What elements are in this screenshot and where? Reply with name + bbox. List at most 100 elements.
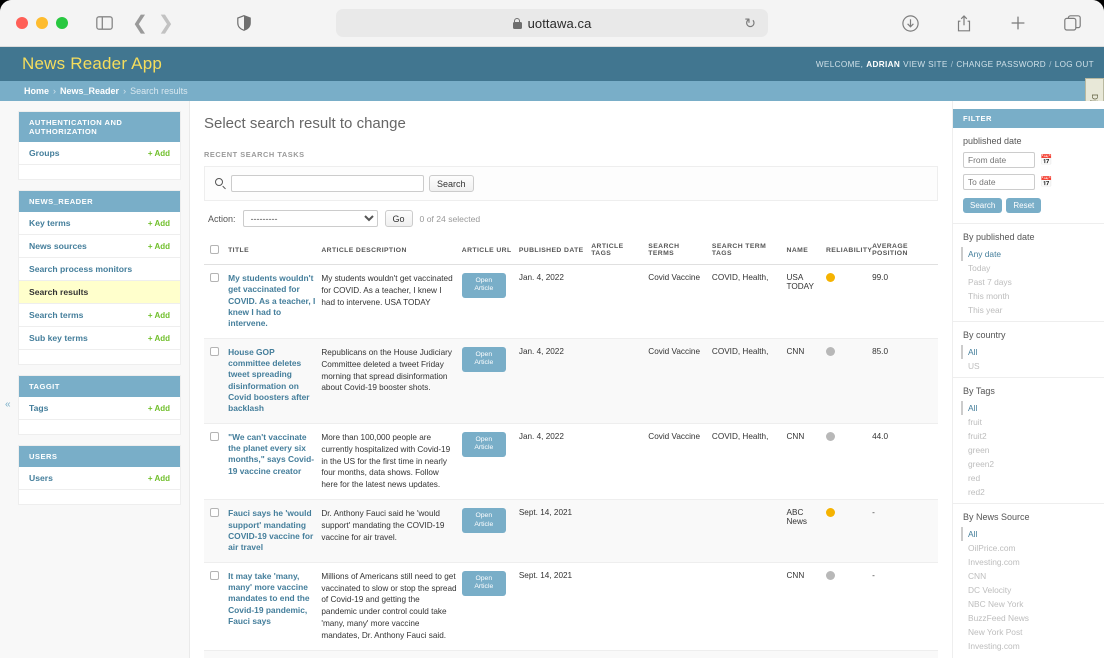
- filter-option-red[interactable]: red: [963, 471, 1094, 485]
- col-search-terms[interactable]: SEARCH TERMS: [648, 236, 712, 265]
- table-row[interactable]: Fauci says he 'would support' mandating …: [204, 499, 938, 563]
- col-name[interactable]: NAME: [786, 236, 826, 265]
- filter-option-investing-com[interactable]: Investing.com: [963, 639, 1094, 653]
- action-select[interactable]: ---------: [242, 210, 378, 227]
- filter-option-red2[interactable]: red2: [963, 485, 1094, 499]
- col-reliability[interactable]: RELIABILITY: [826, 236, 873, 265]
- sidebar-toggle-icon[interactable]: [90, 10, 118, 36]
- row-checkbox[interactable]: [210, 346, 219, 356]
- col-article-url[interactable]: ARTICLE URL: [461, 236, 519, 265]
- filter-option-all[interactable]: All: [961, 401, 1094, 415]
- privacy-shield-icon[interactable]: [230, 10, 258, 36]
- sidebar-item-groups[interactable]: Groups + Add: [19, 142, 180, 165]
- search-input[interactable]: [231, 175, 424, 192]
- sidebar-add-link[interactable]: + Add: [148, 334, 170, 343]
- view-site-link[interactable]: VIEW SITE: [903, 60, 948, 69]
- to-date-input[interactable]: [963, 174, 1035, 190]
- from-date-input[interactable]: [963, 152, 1035, 168]
- filter-option-investing-com[interactable]: Investing.com: [963, 555, 1094, 569]
- sidebar-item-sub-key-terms[interactable]: Sub key terms + Add: [19, 327, 180, 350]
- reload-icon[interactable]: ↻: [744, 15, 756, 32]
- minimize-window-button[interactable]: [36, 17, 48, 29]
- filter-option-this-year[interactable]: This year: [963, 303, 1094, 317]
- sidebar-item-search-terms[interactable]: Search terms + Add: [19, 304, 180, 327]
- row-checkbox[interactable]: [210, 273, 219, 282]
- sidebar-add-link[interactable]: + Add: [148, 404, 170, 413]
- col-published-date[interactable]: PUBLISHED DATE: [518, 236, 592, 265]
- go-button[interactable]: Go: [384, 210, 413, 227]
- filter-option-green[interactable]: green: [963, 443, 1094, 457]
- filter-option-cnn[interactable]: CNN: [963, 569, 1094, 583]
- filter-option-fruit2[interactable]: fruit2: [963, 429, 1094, 443]
- row-checkbox[interactable]: [210, 508, 219, 518]
- filter-option-this-month[interactable]: This month: [963, 289, 1094, 303]
- calendar-icon-to[interactable]: 📅: [1040, 177, 1052, 188]
- sidebar-item-search-process-monitors[interactable]: Search process monitors: [19, 258, 180, 281]
- open-article-button[interactable]: Open Article: [461, 273, 506, 298]
- table-row[interactable]: It may take 'many, many' more vaccine ma…: [204, 562, 938, 651]
- breadcrumb-app[interactable]: News_Reader: [60, 86, 119, 96]
- title-link[interactable]: My students wouldn't get vaccinated for …: [228, 273, 316, 330]
- sidebar-add-link[interactable]: + Add: [148, 149, 170, 158]
- filter-option-past-7-days[interactable]: Past 7 days: [963, 275, 1094, 289]
- sidebar-add-link[interactable]: + Add: [148, 311, 170, 320]
- sidebar-add-link[interactable]: + Add: [148, 242, 170, 251]
- row-checkbox[interactable]: [210, 570, 219, 580]
- filter-option-oilprice-com[interactable]: OilPrice.com: [963, 541, 1094, 555]
- filter-reset-button[interactable]: Reset: [1006, 198, 1042, 213]
- forward-chevron-icon[interactable]: ❯: [158, 14, 174, 33]
- filter-option-all[interactable]: All: [961, 527, 1094, 541]
- open-article-button[interactable]: Open Article: [461, 508, 506, 534]
- maximize-window-button[interactable]: [56, 17, 68, 29]
- plus-icon[interactable]: [1004, 10, 1032, 36]
- sidebar-add-link[interactable]: + Add: [148, 219, 170, 228]
- filter-option-any-date[interactable]: Any date: [961, 247, 1094, 261]
- open-article-button[interactable]: Open Article: [461, 570, 506, 596]
- change-password-link[interactable]: CHANGE PASSWORD: [956, 60, 1046, 69]
- breadcrumb-home[interactable]: Home: [24, 86, 49, 96]
- sidebar-item-search-results[interactable]: Search results: [19, 281, 180, 304]
- open-article-button[interactable]: Open Article: [461, 346, 506, 372]
- title-link[interactable]: It may take 'many, many' more vaccine ma…: [228, 571, 316, 628]
- filter-option-green2[interactable]: green2: [963, 457, 1094, 471]
- site-branding[interactable]: News Reader App: [22, 54, 162, 74]
- col-search-term-tags[interactable]: SEARCH TERM TAGS: [711, 236, 787, 265]
- table-row[interactable]: My students wouldn't get vaccinated for …: [204, 264, 938, 339]
- title-link[interactable]: Fauci says he 'would support' mandating …: [228, 508, 316, 553]
- log-out-link[interactable]: LOG OUT: [1055, 60, 1094, 69]
- sidebar-item-key-terms[interactable]: Key terms + Add: [19, 212, 180, 235]
- col-article-description[interactable]: ARTICLE DESCRIPTION: [321, 236, 462, 265]
- table-row[interactable]: "We can't vaccinate the planet every six…: [204, 423, 938, 501]
- filter-option-all[interactable]: All: [961, 345, 1094, 359]
- filter-search-button[interactable]: Search: [963, 198, 1003, 213]
- filter-option-buzzfeed-news[interactable]: BuzzFeed News: [963, 611, 1094, 625]
- filter-option-us[interactable]: US: [963, 359, 1094, 373]
- sidebar-item-users[interactable]: Users + Add: [19, 467, 180, 490]
- col-average-position[interactable]: AVERAGE POSITION: [872, 236, 938, 265]
- back-chevron-icon[interactable]: ❮: [132, 14, 148, 33]
- col-article-tags[interactable]: ARTICLE TAGS: [591, 236, 649, 265]
- tab-overview-icon[interactable]: [1058, 10, 1086, 36]
- filter-option-today[interactable]: Today: [963, 261, 1094, 275]
- filter-option-fruit[interactable]: fruit: [963, 415, 1094, 429]
- open-article-button[interactable]: Open Article: [461, 431, 506, 457]
- close-window-button[interactable]: [16, 17, 28, 29]
- share-icon[interactable]: [950, 10, 978, 36]
- table-row[interactable]: Black, Hispanic people miss out on Covid…: [204, 650, 938, 658]
- search-submit-button[interactable]: Search: [429, 175, 474, 192]
- calendar-icon-from[interactable]: 📅: [1040, 155, 1052, 166]
- address-bar[interactable]: uottawa.ca ↻: [336, 9, 768, 37]
- sidebar-item-news-sources[interactable]: News sources + Add: [19, 235, 180, 258]
- col-title[interactable]: TITLE: [228, 236, 322, 265]
- filter-option-nbc-new-york[interactable]: NBC New York: [963, 597, 1094, 611]
- sidebar-item-tags[interactable]: Tags + Add: [19, 397, 180, 420]
- select-all-checkbox[interactable]: [210, 244, 219, 254]
- sidebar-add-link[interactable]: + Add: [148, 474, 170, 483]
- filter-option-dc-velocity[interactable]: DC Velocity: [963, 583, 1094, 597]
- sidebar-collapse-toggle[interactable]: «: [5, 399, 11, 410]
- download-icon[interactable]: [896, 10, 924, 36]
- title-link[interactable]: "We can't vaccinate the planet every six…: [228, 432, 316, 477]
- row-checkbox[interactable]: [210, 431, 219, 441]
- filter-option-new-york-post[interactable]: New York Post: [963, 625, 1094, 639]
- table-row[interactable]: House GOP committee deletes tweet spread…: [204, 338, 938, 424]
